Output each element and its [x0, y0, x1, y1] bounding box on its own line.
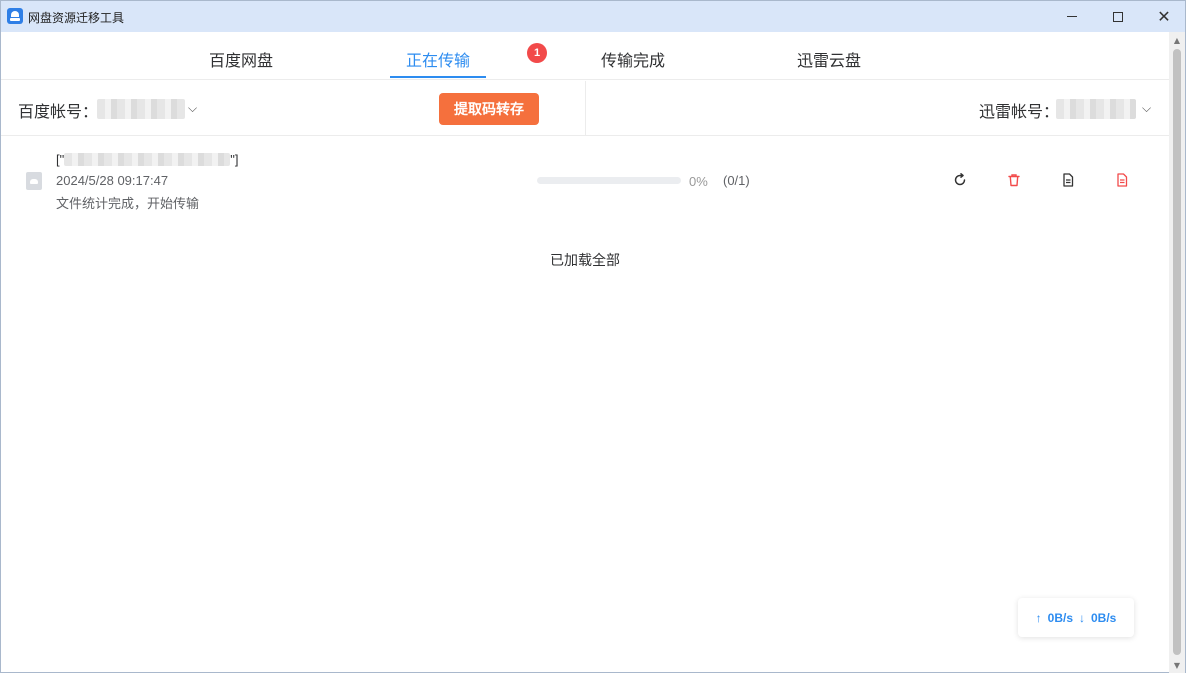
file-name-redacted	[64, 153, 231, 167]
close-icon: ✕	[1157, 6, 1171, 26]
progress-bar	[537, 177, 681, 184]
error-log-icon	[1117, 173, 1128, 187]
retry-icon	[954, 173, 966, 186]
app-window: 网盘资源迁移工具 ✕ 百度网盘 正在传输 1 传输完成 迅雷云盘 百度帐号： ⌵…	[0, 0, 1186, 673]
xunlei-account-label: 迅雷帐号：	[979, 104, 1060, 121]
account-row: 百度帐号： ⌵ 提取码转存 迅雷帐号： ⌵	[1, 81, 1169, 136]
tab-xunlei[interactable]: 迅雷云盘	[797, 47, 861, 71]
arrow-up-icon: ↑	[1035, 610, 1042, 625]
window-title: 网盘资源迁移工具	[28, 11, 125, 25]
transfer-time: 2024/5/28 09:17:47	[56, 173, 169, 188]
app-icon	[7, 8, 23, 24]
transfer-item: [" "] 2024/5/28 09:17:47 文件统计完成，开始传输 0% (…	[1, 137, 1169, 219]
tab-transferring[interactable]: 正在传输	[406, 47, 470, 71]
xunlei-account-name-redacted[interactable]	[1056, 99, 1136, 119]
minimize-icon	[1067, 16, 1077, 17]
speed-indicator: ↑ 0B/s ↓ 0B/s	[1018, 598, 1134, 637]
retry-button[interactable]	[951, 171, 969, 189]
scroll-up-icon[interactable]: ▲	[1169, 32, 1185, 48]
progress-percent: 0%	[689, 174, 708, 189]
maximize-icon	[1113, 11, 1123, 22]
maximize-button[interactable]	[1095, 1, 1141, 32]
tab-baidu[interactable]: 百度网盘	[209, 47, 273, 71]
view-log-button[interactable]	[1059, 171, 1077, 189]
progress-count: (0/1)	[723, 173, 750, 188]
list-footer: 已加载全部	[550, 252, 620, 268]
baidu-account-name-redacted[interactable]	[97, 99, 185, 119]
vertical-scrollbar[interactable]: ▲ ▼	[1169, 32, 1185, 673]
scroll-thumb[interactable]	[1173, 49, 1181, 655]
tab-bar: 百度网盘 正在传输 1 传输完成 迅雷云盘	[1, 32, 1169, 80]
extract-code-transfer-button[interactable]: 提取码转存	[439, 93, 539, 125]
title-bar: 网盘资源迁移工具 ✕	[1, 1, 1185, 32]
transfer-file-name: [" "]	[56, 152, 238, 167]
tab-completed[interactable]: 传输完成	[601, 47, 665, 71]
arrow-down-icon: ↓	[1079, 610, 1085, 625]
delete-button[interactable]	[1005, 171, 1023, 189]
file-name-prefix: ["	[56, 152, 65, 167]
transfer-count-badge: 1	[527, 43, 547, 63]
document-icon	[1063, 173, 1074, 187]
file-name-suffix: "]	[230, 152, 239, 167]
download-speed: 0B/s	[1091, 610, 1117, 625]
account-divider	[585, 81, 586, 136]
minimize-button[interactable]	[1049, 1, 1095, 32]
scroll-down-icon[interactable]: ▼	[1169, 657, 1185, 673]
chevron-down-icon[interactable]: ⌵	[1142, 101, 1151, 116]
upload-speed: 0B/s	[1047, 610, 1073, 625]
cloud-file-icon	[26, 172, 42, 190]
chevron-down-icon[interactable]: ⌵	[188, 101, 197, 116]
view-error-log-button[interactable]	[1113, 171, 1131, 189]
active-tab-indicator	[390, 76, 486, 78]
close-button[interactable]: ✕	[1141, 1, 1186, 32]
baidu-account-label: 百度帐号：	[18, 104, 99, 121]
trash-icon	[1008, 174, 1020, 187]
transfer-status: 文件统计完成，开始传输	[56, 196, 200, 211]
